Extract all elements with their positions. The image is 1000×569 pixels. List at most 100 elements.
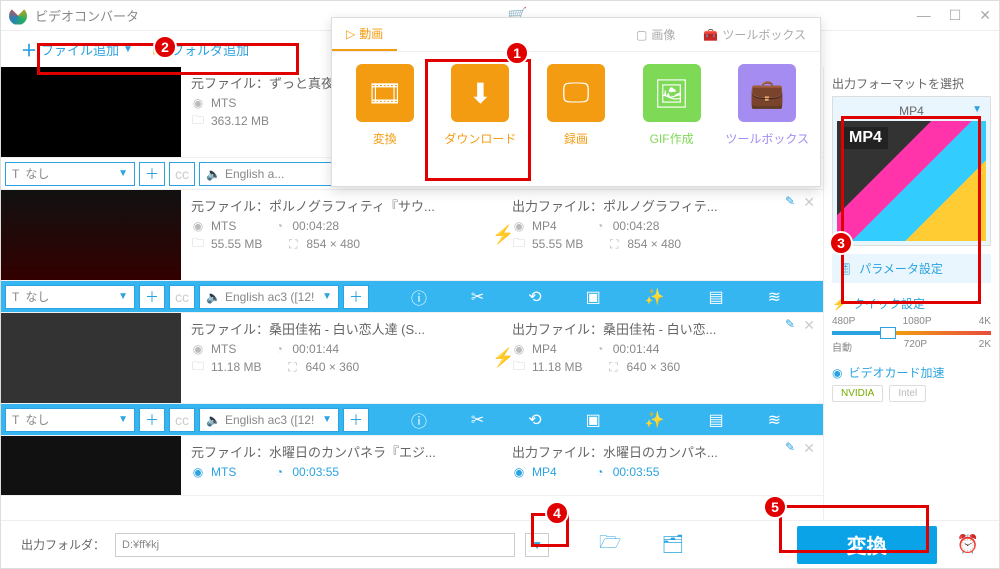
file-row[interactable]: 元ファイル：ポルノグラフィティ『サウ... ◉MTS◔00:04:28 🗀55.… [1,190,823,281]
output-panel: 出力フォーマットを選択 MP4▼ MP4 🎚パラメータ設定 ⚡クイック設定 48… [824,67,999,520]
watermark-icon[interactable]: ▤ [709,410,724,430]
dst-size: 55.55 MB [532,237,583,251]
app-logo-icon [9,7,27,25]
add-subtitle-button[interactable]: ＋ [139,285,165,309]
open-folder-icon[interactable]: 🗁 [599,530,621,560]
tab-image[interactable]: ▢画像 [622,18,689,51]
flash-icon: ⚡ [832,297,847,311]
add-file-label: ファイル追加 [41,40,119,59]
dst-duration: 00:04:28 [613,219,660,233]
card-gif[interactable]: 🖼GIF作成 [627,64,717,147]
src-duration: 00:04:28 [292,219,339,233]
bottom-bar: 出力フォルダ： D:¥ff¥kj ▼ 🗁 🗂 変換 ⏰ [1,520,999,568]
src-size: 55.55 MB [211,237,262,251]
filter-icon[interactable]: ≋ [768,410,781,430]
file-row[interactable]: 元ファイル：桑田佳祐 - 白い恋人達 (S... ◉MTS◔00:01:44 🗀… [1,313,823,404]
convert-button[interactable]: 変換 [797,526,937,564]
gif-icon: 🖼 [643,64,701,122]
folder-icon: 🗀 [191,114,205,128]
file-row[interactable]: 元ファイル：水曜日のカンパネラ『エジ... ◉MTS◔00:03:55 ✎ ✕ … [1,436,823,496]
add-folder-button[interactable]: 📁 フォルダ追加 [151,40,249,59]
app-title: ビデオコンバータ [35,6,139,25]
remove-icon[interactable]: ✕ [803,440,815,457]
schedule-icon[interactable]: ⏰ [957,534,979,555]
effect-icon[interactable]: ✨ [645,287,665,307]
video-thumbnail[interactable] [1,436,181,496]
add-file-button[interactable]: ＋ ファイル追加 ▼ [21,37,133,61]
output-folder-dropdown[interactable]: ▼ [525,533,549,557]
slider-knob[interactable] [880,327,896,339]
src-title: 桑田佳祐 - 白い恋人達 (S... [269,322,425,337]
audio-select[interactable]: 🔈 English a... [199,162,339,186]
tab-toolbox[interactable]: 🧰ツールボックス [689,18,820,51]
speaker-icon: 🔈 [206,167,221,181]
subtitle-select[interactable]: Tなし▼ [5,285,135,309]
video-thumbnail[interactable] [1,313,181,403]
format-name: MP4 [899,104,924,118]
effect-icon[interactable]: ✨ [645,410,665,430]
quality-slider[interactable] [832,331,991,335]
video-icon: ▷ [346,27,355,41]
cc-button[interactable]: cc [169,162,195,186]
filter-icon[interactable]: ≋ [768,287,781,307]
card-record[interactable]: 🖵録画 [531,64,621,147]
info-icon[interactable]: ⓘ [411,408,427,432]
merge-icon[interactable]: 🗂 [661,534,684,555]
sub-label: なし [25,165,49,182]
cc-button[interactable]: cc [169,408,195,432]
camera-icon: ◉ [191,96,205,110]
plus-icon: ＋ [21,37,37,61]
rotate-icon[interactable]: ⟲ [528,287,541,307]
rotate-icon[interactable]: ⟲ [528,410,541,430]
close-button[interactable]: ✕ [979,7,991,24]
cut-icon[interactable]: ✂ [471,287,484,307]
crop-icon[interactable]: ▣ [586,287,601,307]
output-heading: 出力フォーマットを選択 [832,75,991,92]
add-audio-button[interactable]: ＋ [343,408,369,432]
edit-icon[interactable]: ✎ [785,317,795,331]
audio-select[interactable]: 🔈English ac3 ([12!▼ [199,408,339,432]
edit-icon[interactable]: ✎ [785,440,795,454]
dst-format: MP4 [532,219,557,233]
card-download[interactable]: ⬇ダウンロード [436,64,526,147]
file-options-bar: Tなし▼ ＋ cc 🔈English ac3 ([12!▼ ＋ ⓘ ✂ ⟲ ▣ … [1,281,823,313]
cut-icon[interactable]: ✂ [471,410,484,430]
card-convert[interactable]: 🎞変換 [340,64,430,147]
src-format: MTS [211,96,236,110]
src-res: 854 × 480 [306,237,360,251]
video-thumbnail[interactable] [1,67,181,157]
gpu-accel-toggle[interactable]: ◉ビデオカード加速 [832,364,991,381]
info-icon[interactable]: ⓘ [411,285,427,309]
remove-icon[interactable]: ✕ [803,317,815,334]
video-thumbnail[interactable] [1,190,181,280]
edit-icon[interactable]: ✎ [785,194,795,208]
download-icon: ⬇ [451,64,509,122]
remove-icon[interactable]: ✕ [803,194,815,211]
subtitle-select[interactable]: Tなし▼ [5,162,135,186]
output-folder-label: 出力フォルダ： [21,536,105,553]
watermark-icon[interactable]: ▤ [709,287,724,307]
crop-icon[interactable]: ▣ [586,410,601,430]
chevron-down-icon[interactable]: ▼ [972,104,982,115]
audio-select[interactable]: 🔈English ac3 ([12!▼ [199,285,339,309]
add-subtitle-button[interactable]: ＋ [139,162,165,186]
add-subtitle-button[interactable]: ＋ [139,408,165,432]
subtitle-select[interactable]: Tなし▼ [5,408,135,432]
src-title: ポルノグラフィティ『サウ... [269,199,435,214]
bolt-icon: ⚡ [492,348,514,369]
tab-video[interactable]: ▷動画 [332,18,397,51]
format-thumbnail: MP4 [837,121,986,241]
cc-button[interactable]: cc [169,285,195,309]
minimize-button[interactable]: — [917,7,931,24]
toggle-icon: ◉ [832,366,842,380]
card-toolbox[interactable]: 💼ツールボックス [722,64,812,147]
convert-icon: 🎞 [356,64,414,122]
parameter-settings-button[interactable]: 🎚パラメータ設定 [832,254,991,283]
format-select[interactable]: MP4 ▼ MP4 [832,96,991,246]
add-audio-button[interactable]: ＋ [343,285,369,309]
bolt-icon: ⚡ [492,225,514,246]
audio-label: English a... [225,167,284,181]
output-folder-input[interactable]: D:¥ff¥kj [115,533,515,557]
maximize-button[interactable]: ☐ [949,7,962,24]
chevron-down-icon[interactable]: ▼ [123,44,133,55]
